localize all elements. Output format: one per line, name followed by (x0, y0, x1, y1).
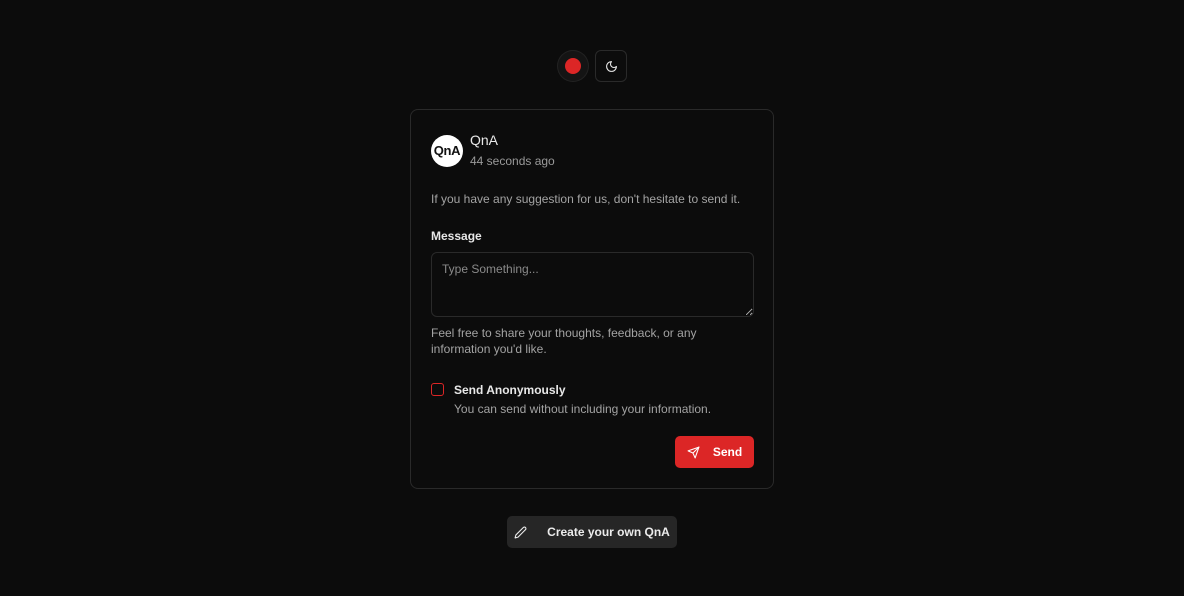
create-qna-button[interactable]: Create your own QnA (507, 516, 677, 548)
send-anonymously-checkbox[interactable] (431, 383, 444, 396)
send-icon (687, 446, 700, 459)
avatar: QnA (431, 134, 463, 167)
record-button[interactable] (557, 50, 589, 82)
send-anonymously-row: Send Anonymously You can send without in… (431, 382, 753, 417)
message-helper-text: Feel free to share your thoughts, feedba… (431, 326, 697, 356)
header-text: QnA 44 seconds ago (470, 131, 555, 170)
send-label: Send (712, 445, 743, 459)
message-input[interactable] (431, 252, 754, 317)
moon-icon (605, 60, 618, 73)
send-anonymously-label: Send Anonymously (454, 383, 566, 397)
top-controls (0, 50, 1184, 82)
page: QnA QnA 44 seconds ago If you have any s… (0, 0, 1184, 596)
qna-card: QnA QnA 44 seconds ago If you have any s… (410, 109, 774, 489)
send-button[interactable]: Send (675, 436, 754, 468)
send-anonymously-text: Send Anonymously You can send without in… (454, 382, 711, 417)
create-qna-label: Create your own QnA (547, 525, 670, 539)
card-header: QnA QnA 44 seconds ago (431, 131, 753, 170)
send-anonymously-description: You can send without including your info… (454, 402, 712, 416)
app-name: QnA (470, 132, 499, 148)
pencil-icon (514, 526, 527, 539)
message-label: Message (431, 229, 482, 243)
theme-toggle-button[interactable] (595, 50, 627, 82)
intro-text: If you have any suggestion for us, don't… (431, 192, 741, 206)
record-dot-icon (565, 58, 581, 74)
timestamp: 44 seconds ago (470, 154, 555, 168)
